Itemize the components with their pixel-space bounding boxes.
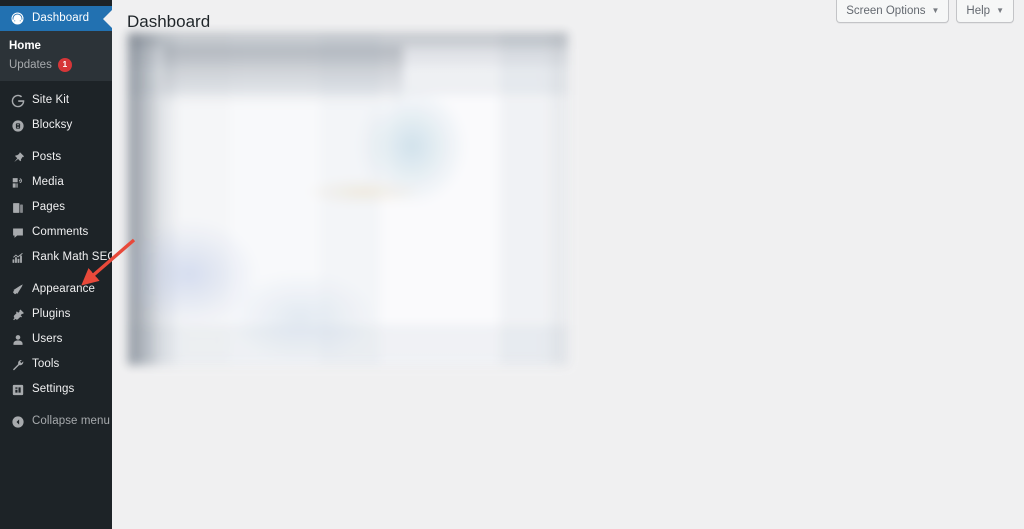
sidebar-item-media[interactable]: Media bbox=[0, 170, 112, 195]
screen-options-button[interactable]: Screen Options ▼ bbox=[836, 0, 950, 23]
sidebar-item-label: Users bbox=[32, 332, 63, 345]
pin-icon bbox=[9, 149, 26, 166]
sidebar-item-tools[interactable]: Tools bbox=[0, 352, 112, 377]
sidebar-item-pages[interactable]: Pages bbox=[0, 195, 112, 220]
sidebar-item-label: Tools bbox=[32, 357, 60, 370]
sidebar-item-label: Dashboard bbox=[32, 11, 90, 24]
sidebar-item-site-kit[interactable]: Site Kit bbox=[0, 88, 112, 113]
pages-icon bbox=[9, 199, 26, 216]
screen-meta-links: Screen Options ▼ Help ▼ bbox=[836, 0, 1014, 23]
menu-separator bbox=[0, 138, 112, 145]
sidebar-item-label: Collapse menu bbox=[32, 414, 111, 427]
sidebar-item-users[interactable]: Users bbox=[0, 327, 112, 352]
menu-separator bbox=[0, 402, 112, 409]
settings-icon bbox=[9, 381, 26, 398]
menu-separator bbox=[0, 270, 112, 277]
sidebar-item-label: Settings bbox=[32, 382, 75, 395]
dashboard-widgets-blurred bbox=[128, 33, 568, 365]
appearance-icon bbox=[9, 281, 26, 298]
sidebar-item-label: Plugins bbox=[32, 307, 71, 320]
rank-math-icon bbox=[9, 249, 26, 266]
current-menu-notch bbox=[103, 9, 112, 28]
help-label: Help bbox=[966, 5, 991, 17]
sidebar-item-comments[interactable]: Comments bbox=[0, 220, 112, 245]
sidebar-item-label: Appearance bbox=[32, 282, 96, 295]
sidebar-item-collapse-menu[interactable]: Collapse menu bbox=[0, 409, 112, 434]
sidebar-item-label: Blocksy bbox=[32, 118, 73, 131]
sidebar-item-label: Site Kit bbox=[32, 93, 70, 106]
users-icon bbox=[9, 331, 26, 348]
sidebar-item-posts[interactable]: Posts bbox=[0, 145, 112, 170]
updates-count-badge: 1 bbox=[57, 57, 72, 72]
blur-tint-d bbox=[304, 179, 424, 206]
submenu-item-label: Updates bbox=[9, 58, 52, 71]
blur-tint-c bbox=[224, 272, 375, 363]
dashboard-submenu: Home Updates 1 bbox=[0, 31, 112, 81]
sidebar-item-plugins[interactable]: Plugins bbox=[0, 302, 112, 327]
sidebar-item-label: Rank Math SEO bbox=[32, 250, 117, 263]
chevron-down-icon: ▼ bbox=[996, 6, 1004, 15]
help-button[interactable]: Help ▼ bbox=[956, 0, 1014, 23]
blocksy-icon bbox=[9, 117, 26, 134]
wp-admin-page: Dashboard Home Updates 1 Site Kit Blocks… bbox=[0, 0, 1024, 529]
media-icon bbox=[9, 174, 26, 191]
tools-icon bbox=[9, 356, 26, 373]
chevron-down-icon: ▼ bbox=[931, 6, 940, 15]
sidebar-item-label: Pages bbox=[32, 200, 66, 213]
site-kit-icon bbox=[9, 92, 26, 109]
sidebar-item-label: Posts bbox=[32, 150, 62, 163]
plugins-icon bbox=[9, 306, 26, 323]
sidebar-item-blocksy[interactable]: Blocksy bbox=[0, 113, 112, 138]
collapse-menu-icon bbox=[9, 413, 26, 430]
submenu-item-label: Home bbox=[9, 39, 41, 52]
sidebar-item-appearance[interactable]: Appearance bbox=[0, 277, 112, 302]
comment-icon bbox=[9, 224, 26, 241]
submenu-item-home[interactable]: Home bbox=[0, 36, 112, 55]
main-content-area: Screen Options ▼ Help ▼ Dashboard bbox=[112, 0, 1024, 529]
menu-separator bbox=[0, 81, 112, 88]
sidebar-item-rank-math-seo[interactable]: Rank Math SEO bbox=[0, 245, 116, 270]
sidebar-item-dashboard[interactable]: Dashboard bbox=[0, 6, 112, 31]
sidebar-item-label: Comments bbox=[32, 225, 89, 238]
dashboard-icon bbox=[9, 10, 26, 27]
page-title: Dashboard bbox=[127, 12, 211, 31]
admin-sidebar: Dashboard Home Updates 1 Site Kit Blocks… bbox=[0, 0, 116, 529]
sidebar-item-label: Media bbox=[32, 175, 64, 188]
submenu-item-updates[interactable]: Updates 1 bbox=[0, 55, 112, 74]
sidebar-item-settings[interactable]: Settings bbox=[0, 377, 112, 402]
screen-options-label: Screen Options bbox=[846, 5, 926, 17]
